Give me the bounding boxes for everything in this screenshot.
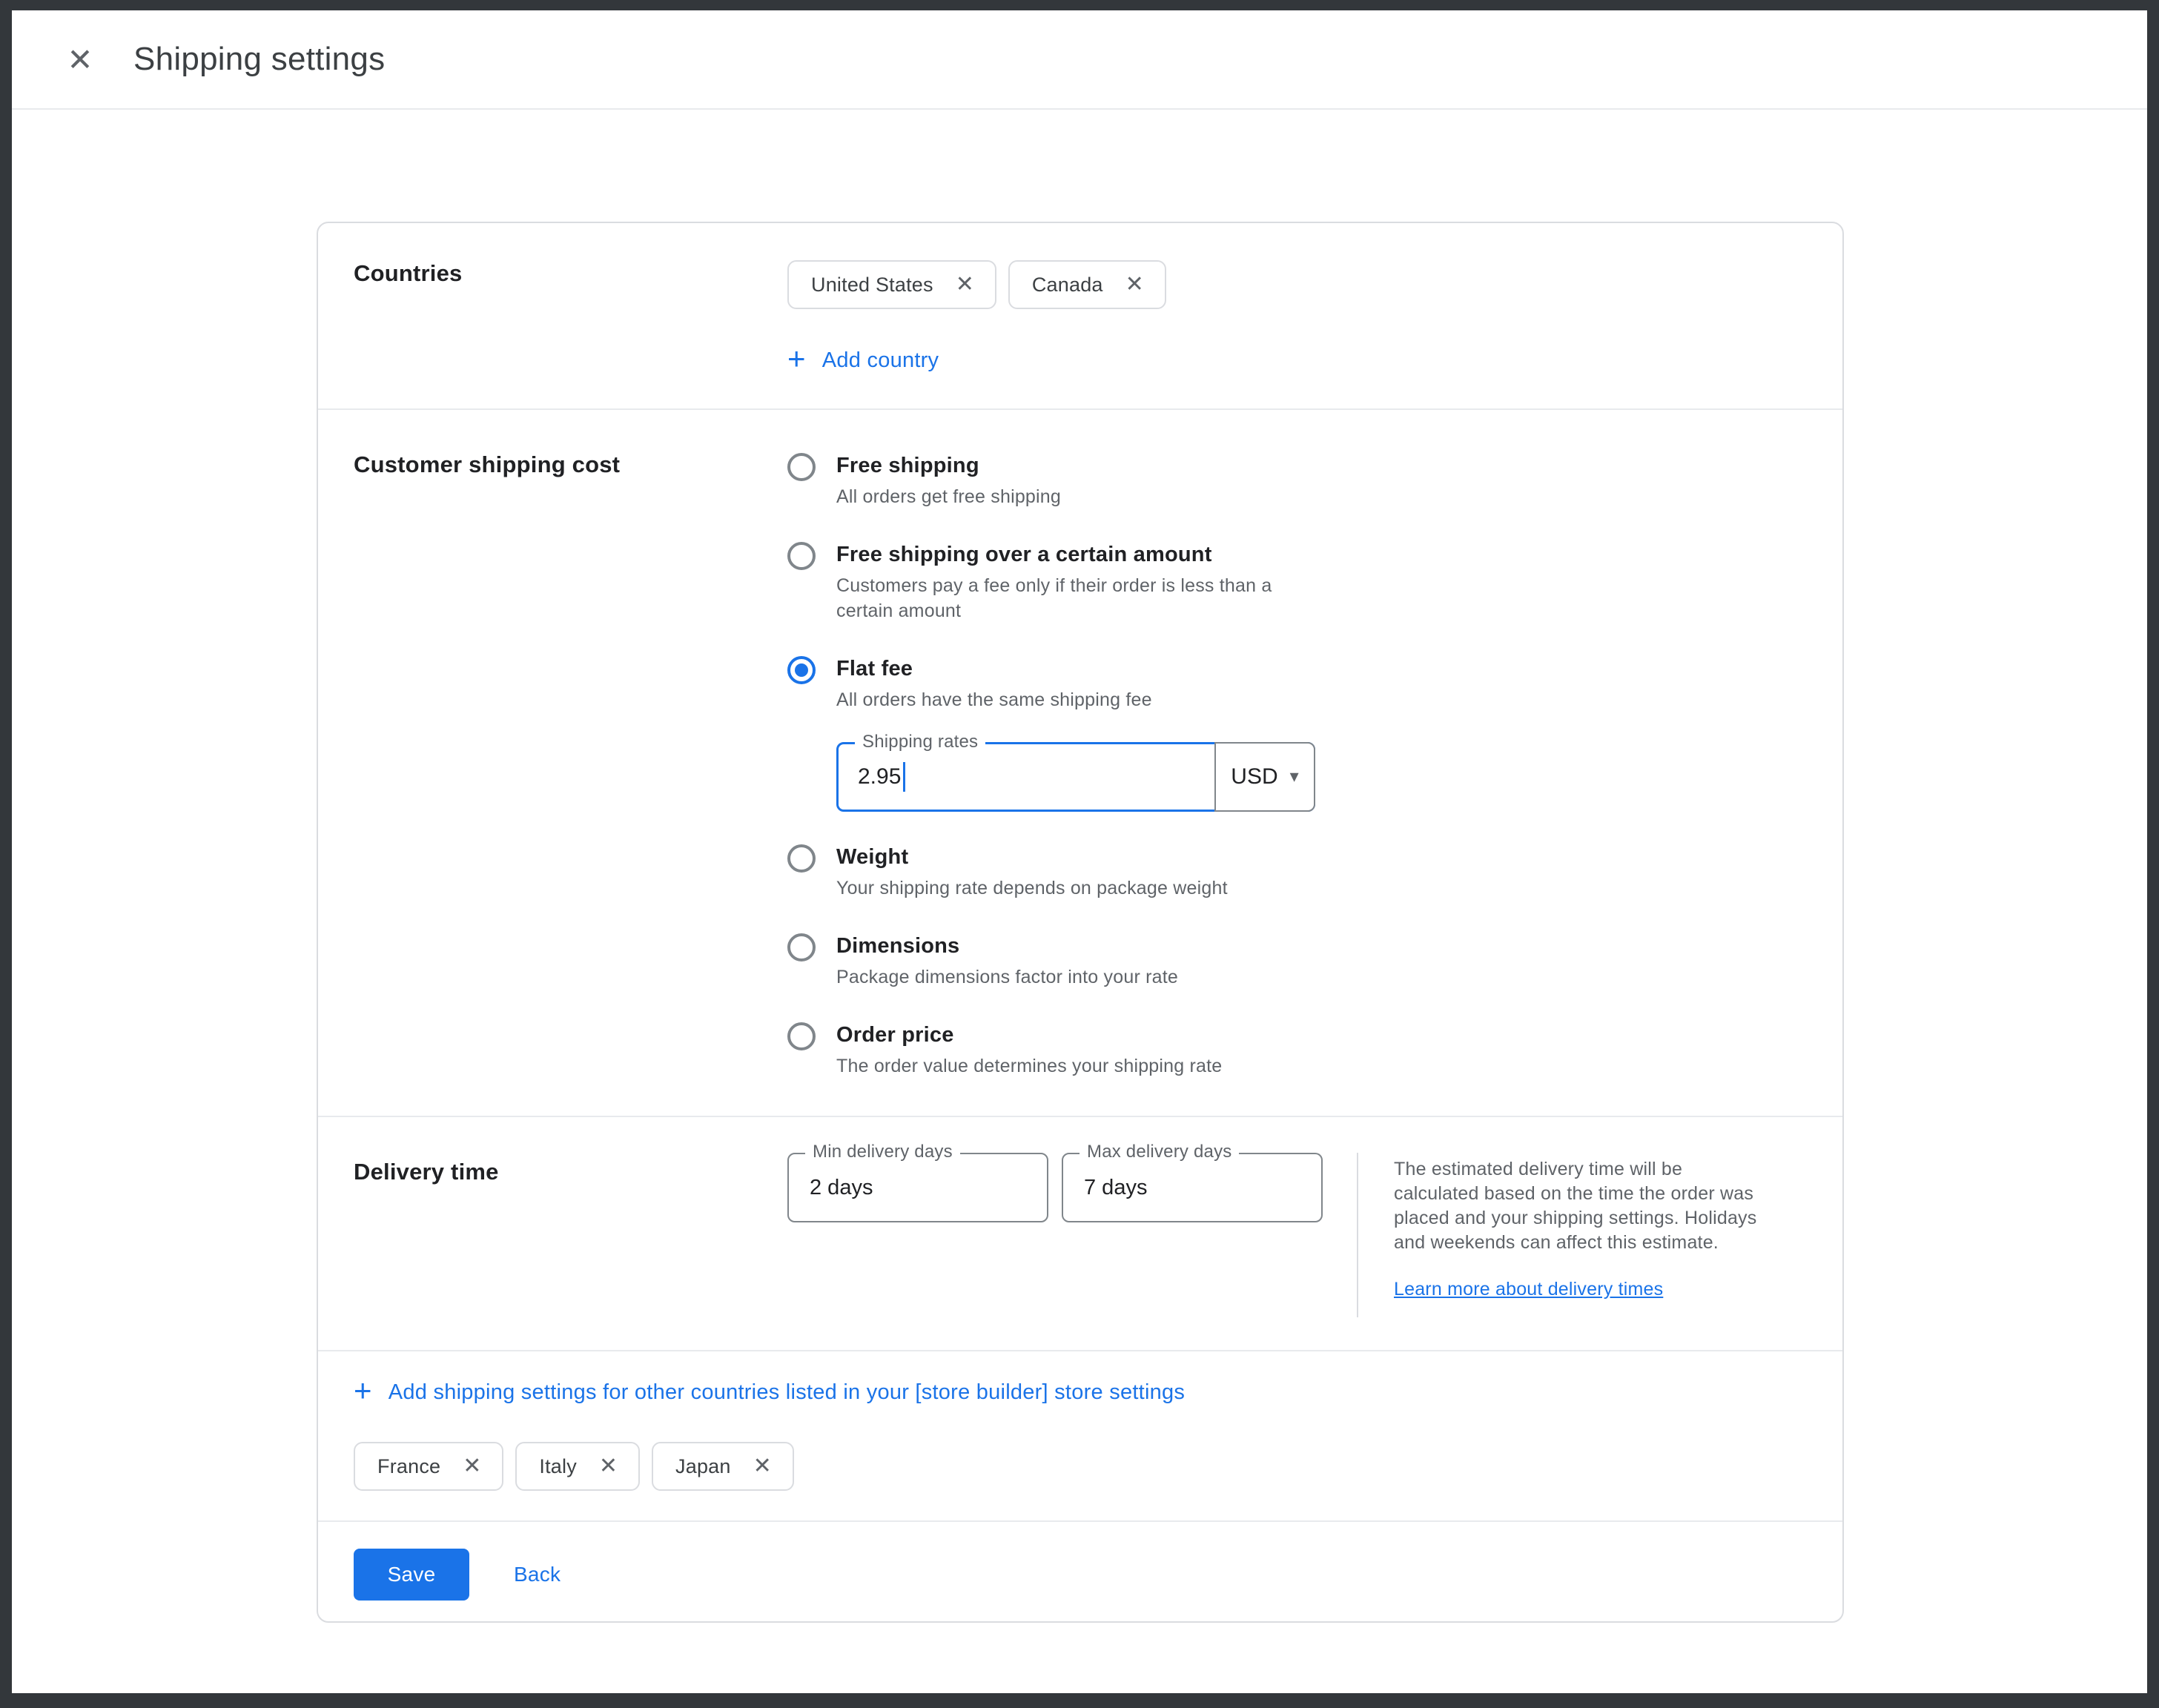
radio-button[interactable] — [787, 542, 816, 570]
option-title: Weight — [836, 843, 1228, 871]
country-chip-france: France ✕ — [354, 1442, 503, 1491]
delivery-note-text: The estimated delivery time will be calc… — [1394, 1157, 1772, 1255]
chevron-down-icon: ▾ — [1290, 768, 1299, 786]
other-countries-section: + Add shipping settings for other countr… — [318, 1351, 1842, 1520]
max-delivery-days-field[interactable]: Max delivery days 7 days — [1062, 1153, 1323, 1222]
max-delivery-days-value: 7 days — [1084, 1176, 1147, 1200]
option-title: Free shipping over a certain amount — [836, 540, 1296, 569]
shipping-cost-section: Customer shipping cost Free shipping All… — [318, 410, 1842, 1116]
radio-button[interactable] — [787, 844, 816, 873]
vertical-divider — [1357, 1153, 1358, 1317]
radio-button[interactable] — [787, 1022, 816, 1050]
option-title: Order price — [836, 1021, 1222, 1049]
shipping-cost-label: Customer shipping cost — [354, 451, 787, 1079]
remove-country-icon[interactable]: ✕ — [463, 1455, 481, 1477]
option-title: Dimensions — [836, 932, 1178, 960]
radio-button-selected[interactable] — [787, 656, 816, 684]
option-description: Your shipping rate depends on package we… — [836, 875, 1228, 901]
chip-label: Canada — [1032, 274, 1103, 297]
settings-card: Countries United States ✕ Canada ✕ + Add… — [317, 222, 1844, 1623]
radio-button[interactable] — [787, 933, 816, 961]
shipping-rates-field-label: Shipping rates — [855, 732, 985, 752]
add-country-button[interactable]: + Add country — [787, 345, 939, 376]
option-title: Flat fee — [836, 655, 1315, 683]
option-description: The order value determines your shipping… — [836, 1053, 1222, 1079]
plus-icon: + — [787, 343, 806, 374]
remove-country-icon[interactable]: ✕ — [753, 1455, 772, 1477]
country-chip-row: United States ✕ Canada ✕ — [787, 260, 1807, 309]
plus-icon: + — [354, 1375, 372, 1406]
radio-button[interactable] — [787, 453, 816, 481]
radio-option-dimensions: Dimensions Package dimensions factor int… — [787, 932, 1807, 990]
shipping-settings-dialog: ✕ Shipping settings Countries United Sta… — [12, 10, 2147, 1693]
delivery-time-section: Delivery time Min delivery days 2 days M… — [318, 1117, 1842, 1350]
radio-option-order-price: Order price The order value determines y… — [787, 1021, 1807, 1079]
currency-value: USD — [1231, 764, 1277, 790]
countries-label: Countries — [354, 260, 787, 376]
shipping-rates-value: 2.95 — [858, 764, 901, 790]
chip-label: France — [377, 1455, 440, 1478]
add-shipping-settings-label: Add shipping settings for other countrie… — [389, 1380, 1185, 1405]
page-title: Shipping settings — [133, 41, 385, 78]
option-description: All orders have the same shipping fee — [836, 687, 1296, 712]
chip-label: Italy — [539, 1455, 577, 1478]
min-delivery-days-label: Min delivery days — [805, 1142, 960, 1162]
shipping-rates-field[interactable]: Shipping rates 2.95 USD ▾ — [836, 742, 1315, 812]
country-chip-canada: Canada ✕ — [1008, 260, 1166, 309]
option-description: Package dimensions factor into your rate — [836, 964, 1178, 990]
delivery-time-label: Delivery time — [354, 1153, 787, 1317]
delivery-note: The estimated delivery time will be calc… — [1394, 1153, 1772, 1300]
chip-label: Japan — [675, 1455, 731, 1478]
learn-more-link[interactable]: Learn more about delivery times — [1394, 1279, 1663, 1300]
country-chip-japan: Japan ✕ — [652, 1442, 794, 1491]
text-cursor — [903, 762, 905, 792]
countries-section: Countries United States ✕ Canada ✕ + Add… — [318, 223, 1842, 408]
radio-option-weight: Weight Your shipping rate depends on pac… — [787, 843, 1807, 901]
remove-country-icon[interactable]: ✕ — [956, 274, 974, 296]
save-button[interactable]: Save — [354, 1549, 469, 1601]
add-shipping-settings-button[interactable]: + Add shipping settings for other countr… — [354, 1377, 1185, 1408]
option-description: All orders get free shipping — [836, 484, 1061, 509]
close-icon[interactable]: ✕ — [56, 36, 104, 83]
radio-option-flat-fee: Flat fee All orders have the same shippi… — [787, 655, 1807, 812]
other-country-chip-row: France ✕ Italy ✕ Japan ✕ — [354, 1442, 1807, 1491]
option-description: Customers pay a fee only if their order … — [836, 573, 1296, 623]
radio-option-free-shipping: Free shipping All orders get free shippi… — [787, 451, 1807, 509]
radio-option-free-over-amount: Free shipping over a certain amount Cust… — [787, 540, 1807, 623]
back-button[interactable]: Back — [514, 1563, 561, 1586]
chip-label: United States — [811, 274, 933, 297]
max-delivery-days-label: Max delivery days — [1080, 1142, 1239, 1162]
dialog-header: ✕ Shipping settings — [12, 10, 2147, 110]
remove-country-icon[interactable]: ✕ — [599, 1455, 618, 1477]
add-country-label: Add country — [822, 348, 939, 373]
option-title: Free shipping — [836, 451, 1061, 480]
remove-country-icon[interactable]: ✕ — [1125, 274, 1144, 296]
currency-select[interactable]: USD ▾ — [1214, 742, 1315, 812]
country-chip-italy: Italy ✕ — [515, 1442, 640, 1491]
min-delivery-days-value: 2 days — [810, 1176, 873, 1200]
min-delivery-days-field[interactable]: Min delivery days 2 days — [787, 1153, 1048, 1222]
footer-actions: Save Back — [318, 1522, 1842, 1621]
country-chip-united-states: United States ✕ — [787, 260, 996, 309]
